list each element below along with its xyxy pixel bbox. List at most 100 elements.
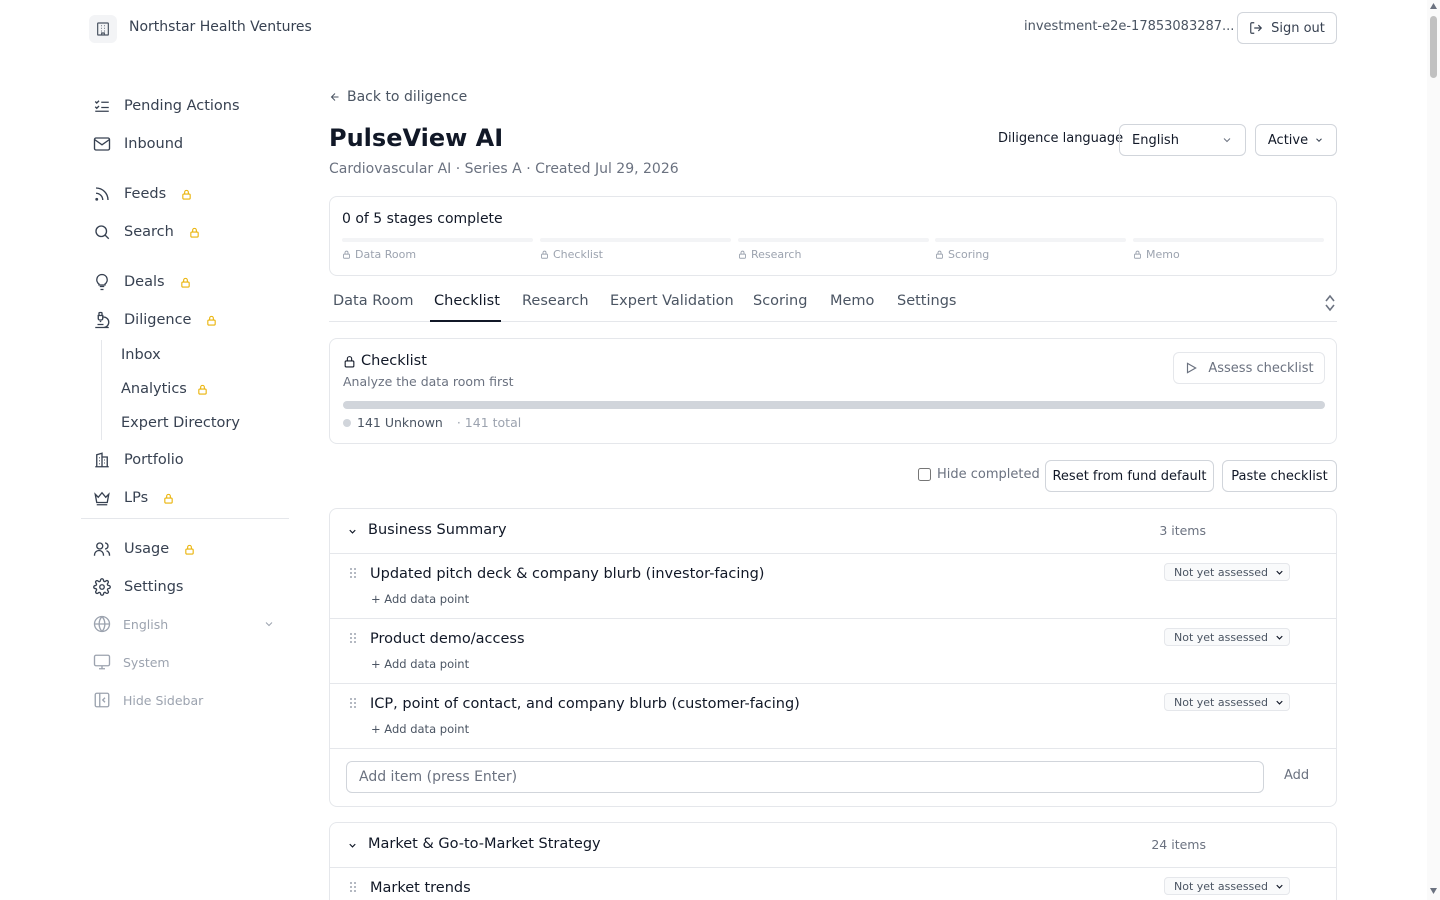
sidebar-item-label: Usage (124, 541, 170, 557)
org-logo (89, 15, 117, 43)
assessment-select[interactable]: Not yet assessed (1164, 563, 1290, 581)
sidebar-sub-item-analytics[interactable]: Analytics (121, 381, 208, 397)
stage-bar (342, 238, 533, 242)
drag-handle-icon[interactable] (349, 881, 357, 893)
language-selector[interactable]: English (93, 615, 275, 633)
checklist-item-title: ICP, point of contact, and company blurb… (370, 696, 800, 712)
checklist-item-title: Updated pitch deck & company blurb (inve… (370, 566, 765, 582)
unknown-status-dot (343, 418, 351, 427)
sidebar-item-diligence[interactable]: Diligence (93, 308, 217, 332)
paste-checklist-button[interactable]: Paste checklist (1222, 460, 1337, 492)
drag-handle-icon[interactable] (349, 632, 357, 644)
lock-icon (180, 277, 190, 288)
assessment-value: Not yet assessed (1174, 630, 1269, 644)
sidebar-item-settings[interactable]: Settings (93, 575, 183, 599)
sidebar-item-feeds[interactable]: Feeds (93, 182, 192, 206)
lock-icon (344, 355, 355, 367)
assessment-select[interactable]: Not yet assessed (1164, 628, 1290, 646)
sidebar-item-search[interactable]: Search (93, 220, 200, 244)
sidebar-item-label: LPs (124, 490, 149, 506)
sidebar-item-lps[interactable]: LPs (93, 486, 174, 510)
drag-handle-icon[interactable] (349, 567, 357, 579)
sidebar-item-portfolio[interactable]: Portfolio (93, 448, 184, 472)
stage-bar (935, 238, 1126, 242)
user-email[interactable]: investment-e2e-17853083287... (1024, 19, 1234, 34)
scroll-down-icon[interactable] (1430, 888, 1437, 894)
section-header[interactable]: Market & Go-to-Market Strategy 24 items (330, 823, 1336, 868)
hide-completed-label: Hide completed (937, 467, 1040, 482)
rss-icon (93, 185, 111, 203)
tab-expert-validation[interactable]: Expert Validation (610, 293, 734, 309)
section-title: Market & Go-to-Market Strategy (368, 836, 601, 852)
tab-settings[interactable]: Settings (897, 293, 956, 309)
hide-completed-toggle[interactable]: Hide completed (918, 467, 1040, 482)
stage-scoring: Scoring (935, 238, 1126, 261)
lock-icon (190, 227, 199, 238)
active-tab-indicator (430, 320, 501, 322)
sidebar-sub-item-inbox[interactable]: Inbox (121, 347, 161, 363)
scrollbar-thumb[interactable] (1430, 16, 1437, 78)
sidebar-item-label: Deals (124, 274, 165, 290)
sidebar-item-deals[interactable]: Deals (93, 270, 191, 294)
org-name: Northstar Health Ventures (129, 19, 312, 35)
tab-memo[interactable]: Memo (830, 293, 874, 309)
back-to-diligence-link[interactable]: Back to diligence (329, 89, 467, 105)
scroll-up-icon[interactable] (1430, 3, 1437, 9)
chevron-down-icon (1276, 635, 1283, 640)
add-data-point-button[interactable]: + Add data point (371, 657, 469, 671)
chevron-down-icon[interactable] (347, 840, 358, 851)
status-value: Active (1267, 132, 1309, 148)
sidebar-sub-item-label: Analytics (121, 381, 187, 397)
tab-checklist[interactable]: Checklist (434, 293, 500, 309)
sidebar-item-usage[interactable]: Usage (93, 537, 195, 561)
diligence-language-value: English (1132, 132, 1179, 148)
theme-label: System (123, 654, 170, 670)
drag-handle-icon[interactable] (349, 697, 357, 709)
checklist-section-market-gtm: Market & Go-to-Market Strategy 24 items … (329, 822, 1337, 900)
assessment-select[interactable]: Not yet assessed (1164, 693, 1290, 711)
tab-research[interactable]: Research (522, 293, 589, 309)
lock-icon (185, 544, 194, 555)
add-item-input[interactable]: Add item (press Enter) (346, 761, 1264, 793)
assess-checklist-button[interactable]: Assess checklist (1173, 352, 1325, 384)
section-header[interactable]: Business Summary 3 items (330, 509, 1336, 554)
theme-selector[interactable]: System (93, 653, 170, 671)
sign-out-button[interactable]: Sign out (1237, 12, 1337, 44)
status-select[interactable]: Active (1255, 124, 1337, 156)
sidebar-sub-item-label: Expert Directory (121, 415, 240, 431)
stage-bar (738, 238, 929, 242)
tab-data-room[interactable]: Data Room (333, 293, 414, 309)
reset-from-fund-default-button[interactable]: Reset from fund default (1045, 460, 1214, 492)
sidebar-item-pending-actions[interactable]: Pending Actions (93, 94, 240, 118)
caret-down-icon[interactable] (1325, 304, 1335, 312)
tab-scoring[interactable]: Scoring (753, 293, 807, 309)
assessment-value: Not yet assessed (1174, 565, 1269, 579)
diligence-language-select[interactable]: English (1119, 124, 1246, 156)
hide-sidebar-button[interactable]: Hide Sidebar (93, 691, 203, 709)
lock-icon (1134, 250, 1141, 259)
sidebar-item-label: Diligence (124, 312, 192, 328)
section-title: Business Summary (368, 522, 507, 538)
sidebar-item-label: Portfolio (124, 452, 184, 468)
chevron-down-icon[interactable] (347, 526, 358, 537)
sidebar-sub-item-expert-directory[interactable]: Expert Directory (121, 415, 240, 431)
crown-icon (93, 489, 111, 507)
lock-icon (198, 384, 207, 395)
add-data-point-button[interactable]: + Add data point (371, 722, 469, 736)
assessment-value: Not yet assessed (1174, 695, 1269, 709)
add-data-point-button[interactable]: + Add data point (371, 592, 469, 606)
checklist-item-title: Product demo/access (370, 631, 525, 647)
tab-scroll-control[interactable] (1325, 294, 1335, 312)
stages-progress-card: 0 of 5 stages complete Data Room Checkli… (329, 196, 1337, 276)
add-item-button[interactable]: Add (1284, 768, 1309, 783)
assessment-select[interactable]: Not yet assessed (1164, 877, 1290, 895)
page-scrollbar[interactable] (1427, 0, 1440, 900)
stage-checklist: Checklist (540, 238, 731, 261)
tab-bar: Data Room Checklist Research Expert Vali… (329, 286, 1337, 322)
lock-icon (343, 250, 350, 259)
hide-completed-checkbox[interactable] (918, 468, 931, 481)
sidebar-item-inbound[interactable]: Inbound (93, 132, 183, 156)
caret-up-icon[interactable] (1325, 294, 1335, 302)
checklist-title: Checklist (343, 353, 427, 369)
lightbulb-icon (93, 273, 111, 291)
